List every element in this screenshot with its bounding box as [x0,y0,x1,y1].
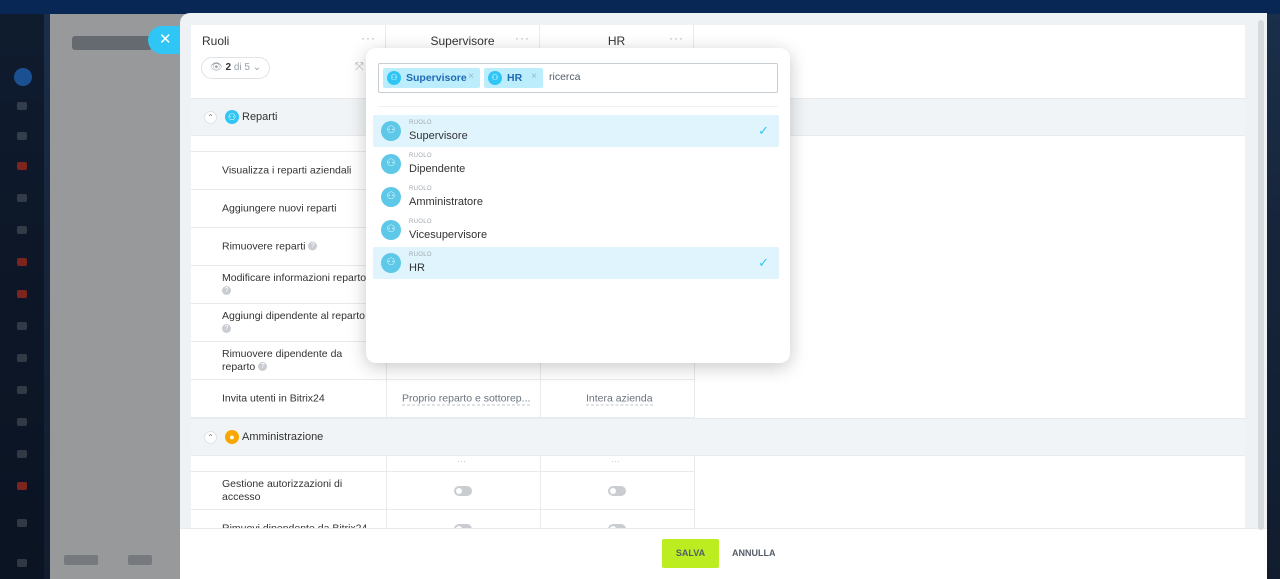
help-icon[interactable]: ? [308,241,318,251]
permission-label: Aggiungi dipendente al reparto? [222,309,366,334]
counter-total: di 5 [233,62,250,73]
role-caption: RUOLO [409,252,432,258]
roles-header: Ruoli ··· 👁︎ 2 di 5 ⌄ ⤧ [191,25,386,97]
role-option[interactable]: ⚇ RUOLO HR ✓ [373,247,779,279]
administration-icon: ● [225,430,239,444]
department-icon: ⚇ [225,110,239,124]
role-icon: ⚇ [381,253,401,273]
role-icon: ⚇ [381,121,401,141]
role-icon: ⚇ [387,71,401,85]
role-caption: RUOLO [409,186,432,192]
eye-icon: 👁︎ [210,62,223,73]
chevron-down-icon: ⌄ [252,62,262,73]
role-option[interactable]: ⚇ RUOLO Dipendente [373,148,779,180]
permission-label: Invita utenti in Bitrix24 [222,392,325,404]
footer-bar: SALVA ANNULLA [180,528,1267,579]
checkmark-icon: ✓ [758,123,769,138]
help-icon[interactable]: ? [222,286,231,296]
role-selector-popup: ⚇ Supervisore × ⚇ HR × ⚇ RUOLO Superviso… [366,48,790,363]
role-caption: RUOLO [409,219,432,225]
permission-row: Invita utenti in Bitrix24 Proprio repart… [191,380,695,418]
close-slider-button[interactable]: ✕ [148,26,182,54]
divider [378,106,778,107]
column-dots: ··· [611,456,620,466]
permission-label: Rimuovere dipendente da reparto ? [222,347,343,373]
permission-toggle-supervisor[interactable] [454,485,472,496]
permission-label: Rimuovere reparti ? [222,240,372,253]
role-option[interactable]: ⚇ RUOLO Supervisore ✓ [373,115,779,147]
roles-counter[interactable]: 👁︎ 2 di 5 ⌄ [201,57,271,79]
close-icon: ✕ [159,31,172,48]
roles-menu-icon[interactable]: ··· [361,31,376,45]
permission-toggle-hr[interactable] [608,485,626,496]
column-menu-icon[interactable]: ··· [669,31,684,45]
permission-value-hr[interactable]: Intera azienda [586,392,653,405]
role-name: Amministratore [409,196,483,208]
role-name: HR [409,262,425,274]
scrollbar[interactable] [1258,20,1264,530]
role-icon: ⚇ [488,71,502,85]
collapse-icon[interactable]: ⤧ [355,61,364,74]
role-icon: ⚇ [381,154,401,174]
role-option[interactable]: ⚇ RUOLO Vicesupervisore [373,214,779,246]
column-menu-icon[interactable]: ··· [515,31,530,45]
chevron-up-icon[interactable]: ⌃ [204,111,217,124]
role-tag-label: HR [507,72,523,84]
role-icon: ⚇ [381,187,401,207]
section-title: Amministrazione [242,431,324,443]
roles-title: Ruoli [202,34,230,48]
remove-tag-icon[interactable]: × [531,71,537,82]
section-title: Reparti [242,111,278,123]
chevron-up-icon[interactable]: ⌃ [204,431,217,444]
search-input[interactable] [549,71,769,83]
permission-label: Visualizza i reparti aziendali [222,164,352,176]
counter-selected: 2 [225,62,232,73]
column-dots: ··· [457,456,466,466]
role-name: Vicesupervisore [409,229,488,241]
help-icon[interactable]: ? [222,324,231,334]
save-button[interactable]: SALVA [662,539,719,568]
role-tag[interactable]: ⚇ Supervisore × [383,68,480,88]
permission-label: Modificare informazioni reparto? [222,271,367,296]
selected-roles-field[interactable]: ⚇ Supervisore × ⚇ HR × [378,63,778,93]
role-name: Dipendente [409,163,466,175]
role-icon: ⚇ [381,220,401,240]
remove-tag-icon[interactable]: × [468,71,474,82]
role-option[interactable]: ⚇ RUOLO Amministratore [373,181,779,213]
permission-row: Gestione autorizzazioni di accesso [191,472,695,510]
role-name: Supervisore [409,130,468,142]
spacer-row: ··· ··· [191,456,695,472]
cancel-button[interactable]: ANNULLA [732,539,776,568]
role-caption: RUOLO [409,153,432,159]
help-icon[interactable]: ? [258,362,268,372]
role-caption: RUOLO [409,120,432,126]
checkmark-icon: ✓ [758,255,769,270]
permission-row: Rimuovi dipendente da Bitrix24 [191,510,695,530]
permission-value-supervisor[interactable]: Proprio reparto e sottorep... [402,392,531,405]
permission-label: Gestione autorizzazioni di accesso [222,477,343,503]
permission-label: Aggiungere nuovi reparti [222,202,337,214]
section-administration[interactable]: ⌃ ● Amministrazione [191,418,1245,456]
role-tag[interactable]: ⚇ HR × [484,68,543,88]
role-tag-label: Supervisore [406,72,467,84]
